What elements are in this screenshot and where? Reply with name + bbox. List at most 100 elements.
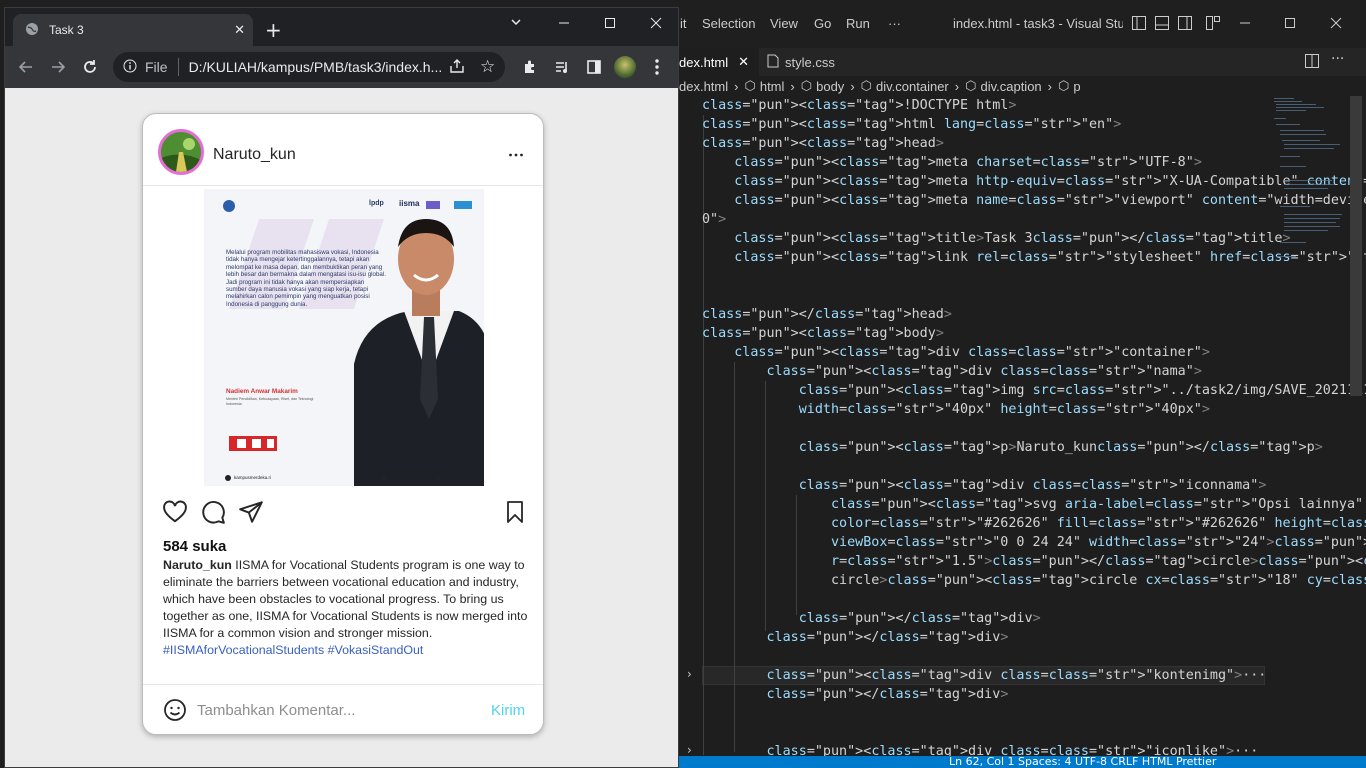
file-icon: [767, 54, 779, 71]
maximize-icon[interactable]: [1277, 10, 1303, 36]
breadcrumb-item[interactable]: dex.html: [679, 79, 728, 94]
browser-tab[interactable]: Task 3 ✕: [13, 14, 253, 46]
code-line: class="pun"></class="tag">div>: [766, 687, 1009, 702]
username[interactable]: Naruto_kun: [213, 146, 296, 164]
code-line: class="pun"><class="tag">head>: [702, 136, 944, 151]
code-line: class="pun"><class="tag">div class=class…: [766, 744, 1259, 756]
code-line: class="pun"><class="tag">!DOCTYPE html>: [702, 98, 1017, 113]
code-line: r=class="str">"1.5">class="pun"></class=…: [831, 554, 1366, 569]
image-footer-right: site.iisma.id iisma_ri: [390, 475, 433, 480]
media-control-icon[interactable]: [551, 56, 573, 78]
breadcrumb-item[interactable]: body: [816, 79, 844, 94]
image-footer-left: kampusmerdeka.ri: [234, 475, 272, 480]
code-line: 0">: [702, 212, 727, 227]
code-line: class="pun"><class="tag">p>Naruto_kuncla…: [798, 440, 1323, 455]
menu-more[interactable]: ···: [888, 16, 901, 31]
chrome-menu-icon[interactable]: [646, 56, 668, 78]
close-icon[interactable]: [1323, 10, 1349, 36]
heart-icon[interactable]: [162, 499, 190, 527]
back-icon[interactable]: [15, 56, 37, 78]
breadcrumb-item[interactable]: p: [1073, 79, 1080, 94]
breadcrumb-item[interactable]: html: [760, 79, 785, 94]
image-logo-iisma: iisma: [399, 199, 420, 208]
chevron-right-icon: ›: [734, 78, 739, 94]
code-line: class="pun"><class="tag">title>Task 3cla…: [734, 231, 1291, 246]
menu-go[interactable]: Go: [814, 16, 831, 31]
post-image[interactable]: lpdp iisma Melalui program mobilitas mah…: [204, 189, 484, 486]
close-window-icon[interactable]: [650, 14, 662, 33]
status-bar: Ln 62, Col 1 Spaces: 4 UTF-8 CRLF HTML P…: [679, 756, 1366, 768]
code-line: circle>class="pun"><class="tag">circle c…: [702, 573, 1366, 588]
action-row: [143, 499, 543, 533]
menu-run[interactable]: Run: [846, 16, 870, 31]
tab-search-icon[interactable]: [510, 16, 522, 31]
bookmark-star-icon[interactable]: ☆: [480, 57, 495, 77]
editor-tabs: dex.html ✕ style.css ···: [679, 48, 1366, 76]
customize-layout-icon[interactable]: [1200, 10, 1226, 36]
image-logo-lpdp: lpdp: [369, 200, 384, 207]
code-line: class="pun"><class="tag">div class=class…: [798, 478, 1267, 493]
close-tab-icon[interactable]: ✕: [738, 54, 749, 70]
minimize-icon[interactable]: [1232, 10, 1258, 36]
new-tab-icon[interactable]: +: [265, 20, 282, 40]
status-text: Ln 62, Col 1 Spaces: 4 UTF-8 CRLF HTML P…: [949, 756, 1217, 768]
code-line: class="pun"></class="tag">div>: [798, 611, 1041, 626]
like-count[interactable]: 584 suka: [163, 538, 226, 555]
share-icon[interactable]: [238, 499, 266, 527]
cube-icon: ⬡: [744, 78, 756, 93]
code-line: class="pun"><class="tag">meta http-equiv…: [734, 174, 1366, 189]
chevron-right-icon: ›: [1047, 78, 1052, 94]
menu-selection[interactable]: Selection: [702, 16, 755, 31]
address-bar[interactable]: File D:/KULIAH/kampus/PMB/task3/index.h.…: [113, 52, 505, 82]
tab-index-html[interactable]: dex.html ✕: [679, 48, 759, 76]
comment-input[interactable]: [197, 698, 467, 722]
reload-icon[interactable]: [79, 56, 101, 78]
post-card: Naruto_kun lpdp iisma Melalui program mo…: [142, 113, 544, 735]
globe-icon: [25, 22, 39, 39]
cube-icon: ⬡: [800, 78, 813, 93]
info-icon[interactable]: [123, 59, 137, 76]
caption-username[interactable]: Naruto_kun: [163, 558, 232, 572]
caption: Naruto_kun IISMA for Vocational Students…: [163, 557, 533, 659]
emoji-icon[interactable]: [163, 698, 187, 726]
editor-scrollbar[interactable]: [1350, 96, 1362, 396]
image-quote-text: Melalui program mobilitas mahasiswa voka…: [226, 249, 386, 308]
menu-view[interactable]: View: [770, 16, 798, 31]
minimap[interactable]: [1270, 96, 1350, 276]
post-image-graphic: [204, 200, 484, 486]
code-line: class="pun"><class="tag">svg aria-label=…: [831, 497, 1366, 512]
code-line: class="pun"><class="tag">link rel=class=…: [734, 250, 1366, 265]
cube-icon: ⬡: [860, 78, 873, 93]
minimize-icon[interactable]: [558, 14, 570, 33]
code-line: class="pun"><class="tag">div class=class…: [734, 345, 1210, 360]
split-editor-icon[interactable]: [1304, 53, 1320, 73]
cube-icon: ⬡: [1058, 78, 1070, 93]
extensions-icon[interactable]: [519, 56, 541, 78]
side-panel-icon[interactable]: [583, 56, 605, 78]
more-actions-icon[interactable]: ···: [1331, 51, 1344, 67]
url-text[interactable]: D:/KULIAH/kampus/PMB/task3/index.h...: [189, 59, 443, 75]
tab-style-css[interactable]: style.css: [761, 48, 861, 76]
comment-icon[interactable]: [200, 499, 228, 527]
fold-arrow-icon[interactable]: ›: [687, 667, 692, 681]
maximize-icon[interactable]: [604, 14, 616, 33]
close-tab-icon[interactable]: ✕: [234, 22, 245, 38]
forward-icon[interactable]: [47, 56, 69, 78]
avatar[interactable]: [158, 129, 204, 175]
code-editor[interactable]: › › class="pun"><class="tag">!DOCTYPE ht…: [679, 96, 1366, 756]
post-header: Naruto_kun: [143, 114, 543, 186]
save-bookmark-icon[interactable]: [503, 499, 531, 527]
menu-edit[interactable]: it: [680, 16, 687, 31]
hashtags[interactable]: #IISMAforVocationalStudents #VokasiStand…: [163, 643, 423, 657]
tab-label: style.css: [785, 54, 835, 70]
fold-arrow-icon[interactable]: ›: [687, 743, 692, 756]
breadcrumb-item[interactable]: div.caption: [980, 79, 1041, 94]
send-comment-button[interactable]: Kirim: [491, 702, 525, 719]
share-icon[interactable]: [449, 58, 465, 77]
breadcrumb: dex.html › ⬡ html › ⬡ body › ⬡ div.conta…: [679, 76, 1366, 96]
breadcrumb-item[interactable]: div.container: [876, 79, 949, 94]
tab-label: dex.html: [679, 54, 729, 70]
profile-avatar[interactable]: [614, 56, 636, 78]
more-options-icon[interactable]: [505, 144, 527, 166]
toggle-secondary-sidebar-icon[interactable]: [1172, 10, 1198, 36]
